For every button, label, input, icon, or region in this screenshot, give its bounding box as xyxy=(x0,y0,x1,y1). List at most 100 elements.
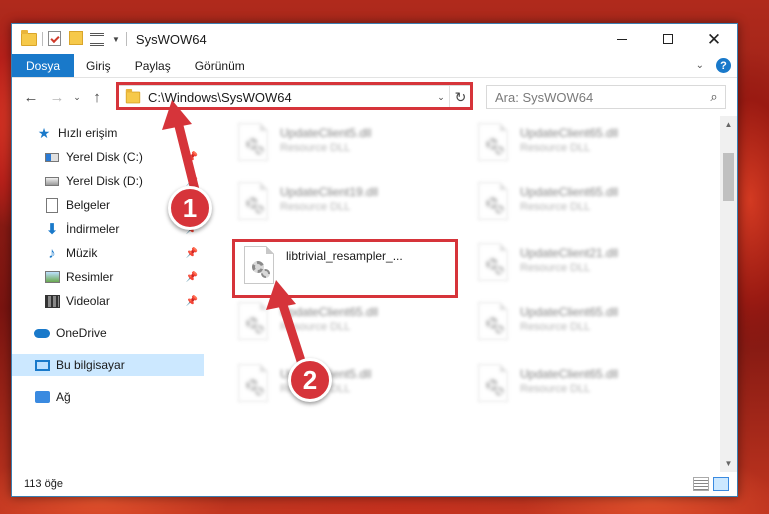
cloud-icon xyxy=(34,325,50,341)
sidebar-item-label: Hızlı erişim xyxy=(58,126,118,140)
dll-file-icon xyxy=(478,182,508,220)
navigation-pane: ★ Hızlı erişim Yerel Disk (C:) 📌 Yerel D… xyxy=(12,116,204,472)
vertical-scrollbar[interactable]: ▲ ▼ xyxy=(720,116,737,472)
file-name: UpdateClient65.dll xyxy=(520,367,619,381)
tab-file[interactable]: Dosya xyxy=(12,54,75,77)
scroll-thumb[interactable] xyxy=(723,153,734,201)
quick-access-toolbar: ▼ xyxy=(21,24,126,54)
details-view-icon[interactable] xyxy=(693,477,709,491)
toolbar-separator xyxy=(42,32,43,46)
dll-file-icon xyxy=(238,182,268,220)
file-tile[interactable]: UpdateClient65.dll Resource DLL xyxy=(472,179,702,229)
file-tile[interactable]: UpdateClient65.dll Resource DLL xyxy=(472,120,702,170)
expand-ribbon-chevron-down-icon[interactable]: ⌄ xyxy=(696,60,704,71)
properties-icon[interactable] xyxy=(48,31,64,47)
minimize-icon xyxy=(617,38,627,40)
sidebar-item-label: Yerel Disk (D:) xyxy=(66,174,143,188)
item-count: 113 öğe xyxy=(24,478,63,490)
callout-step-2: 2 xyxy=(288,358,332,402)
sidebar-item-videos[interactable]: Videolar 📌 xyxy=(12,290,204,312)
sidebar-item-network[interactable]: Ağ xyxy=(12,386,204,408)
scroll-up-arrow-icon[interactable]: ▲ xyxy=(720,116,737,133)
forward-arrow-icon[interactable]: → xyxy=(47,89,67,106)
music-icon: ♪ xyxy=(48,244,56,262)
file-tile[interactable]: UpdateClient65.dll Resource DLL xyxy=(472,361,702,411)
tab-home[interactable]: Giriş xyxy=(74,54,123,77)
sidebar-item-label: Müzik xyxy=(66,246,98,260)
up-arrow-icon[interactable]: ↑ xyxy=(87,89,107,106)
sidebar-item-label: Videolar xyxy=(66,294,110,308)
file-name: UpdateClient65.dll xyxy=(280,305,379,319)
sidebar-item-local-disk-c[interactable]: Yerel Disk (C:) 📌 xyxy=(12,146,204,168)
videos-icon xyxy=(44,293,60,309)
view-toggles xyxy=(689,477,729,491)
dll-file-icon xyxy=(478,123,508,161)
file-type: Resource DLL xyxy=(520,321,591,333)
minimize-button[interactable] xyxy=(599,24,645,54)
callout-step-1: 1 xyxy=(168,186,212,230)
maximize-button[interactable] xyxy=(645,24,691,54)
sidebar-item-label: Resimler xyxy=(66,270,114,284)
sidebar-item-onedrive[interactable]: OneDrive xyxy=(12,322,204,344)
window-title: SysWOW64 xyxy=(135,31,207,47)
recent-locations-chevron-down-icon[interactable]: ⌄ xyxy=(71,92,83,103)
sidebar-item-pictures[interactable]: Resimler 📌 xyxy=(12,266,204,288)
file-name: UpdateClient65.dll xyxy=(520,185,619,199)
file-name: UpdateClient21.dll xyxy=(520,246,619,260)
drive-icon xyxy=(44,173,60,189)
dll-file-icon xyxy=(478,302,508,340)
file-type: Resource DLL xyxy=(520,383,591,395)
pin-icon: 📌 xyxy=(185,151,198,163)
close-icon: ✕ xyxy=(706,29,722,49)
file-type: Resource DLL xyxy=(280,142,351,154)
sidebar-item-music[interactable]: ♪ Müzik 📌 xyxy=(12,242,204,264)
file-name: UpdateClient19.dll xyxy=(280,185,379,199)
tiles-view-icon[interactable] xyxy=(713,477,729,491)
sidebar-item-quick-access[interactable]: ★ Hızlı erişim xyxy=(12,122,204,144)
search-box[interactable]: ⌕ xyxy=(486,85,726,109)
file-type: Resource DLL xyxy=(280,201,351,213)
file-explorer-window: ▼ SysWOW64 ✕ Dosya Giriş Paylaş Görünüm … xyxy=(11,23,738,497)
sidebar-item-this-pc[interactable]: Bu bilgisayar xyxy=(12,354,204,376)
file-tile[interactable]: UpdateClient65.dll Resource DLL xyxy=(232,299,462,349)
new-folder-icon[interactable] xyxy=(69,31,85,47)
file-tile[interactable]: UpdateClient5.dll Resource DLL xyxy=(232,120,462,170)
file-tile[interactable]: UpdateClient65.dll Resource DLL xyxy=(472,299,702,349)
documents-icon xyxy=(44,197,60,213)
status-bar: 113 öğe xyxy=(12,472,737,496)
tab-view[interactable]: Görünüm xyxy=(183,54,257,77)
file-highlight xyxy=(232,239,458,298)
file-name: UpdateClient65.dll xyxy=(520,305,619,319)
sidebar-item-label: Belgeler xyxy=(66,198,111,212)
sidebar-item-label: OneDrive xyxy=(56,326,107,340)
view-options-icon[interactable] xyxy=(90,31,106,47)
scroll-down-arrow-icon[interactable]: ▼ xyxy=(720,455,737,472)
pin-icon: 📌 xyxy=(185,295,198,307)
ribbon-right: ⌄ ? xyxy=(696,54,737,77)
search-icon[interactable]: ⌕ xyxy=(703,89,725,105)
search-input[interactable] xyxy=(495,89,703,105)
star-icon: ★ xyxy=(37,124,51,141)
folder-icon xyxy=(21,29,37,47)
sidebar-item-label: Bu bilgisayar xyxy=(56,358,125,372)
ribbon-tabs: Dosya Giriş Paylaş Görünüm ⌄ ? xyxy=(12,54,737,78)
help-icon[interactable]: ? xyxy=(716,58,731,73)
customize-toolbar-dropdown-icon[interactable]: ▼ xyxy=(112,35,120,44)
computer-icon xyxy=(34,357,50,373)
address-bar-highlight xyxy=(116,82,473,110)
file-tile[interactable]: UpdateClient5.dll Resource DLL xyxy=(232,361,462,411)
file-tile[interactable]: UpdateClient21.dll Resource DLL xyxy=(472,240,702,290)
back-arrow-icon[interactable]: ← xyxy=(21,89,41,106)
tab-share[interactable]: Paylaş xyxy=(123,54,183,77)
sidebar-item-label: Yerel Disk (C:) xyxy=(66,150,143,164)
sidebar-item-local-disk-d[interactable]: Yerel Disk (D:) 📌 xyxy=(12,170,204,192)
dll-file-icon xyxy=(478,364,508,402)
sidebar-item-label: Ağ xyxy=(56,390,71,404)
dll-file-icon xyxy=(238,364,268,402)
close-button[interactable]: ✕ xyxy=(691,24,737,54)
file-name: UpdateClient5.dll xyxy=(280,126,372,140)
maximize-icon xyxy=(663,34,673,44)
title-separator xyxy=(125,32,127,46)
file-tile[interactable]: UpdateClient19.dll Resource DLL xyxy=(232,179,462,229)
file-type: Resource DLL xyxy=(520,142,591,154)
